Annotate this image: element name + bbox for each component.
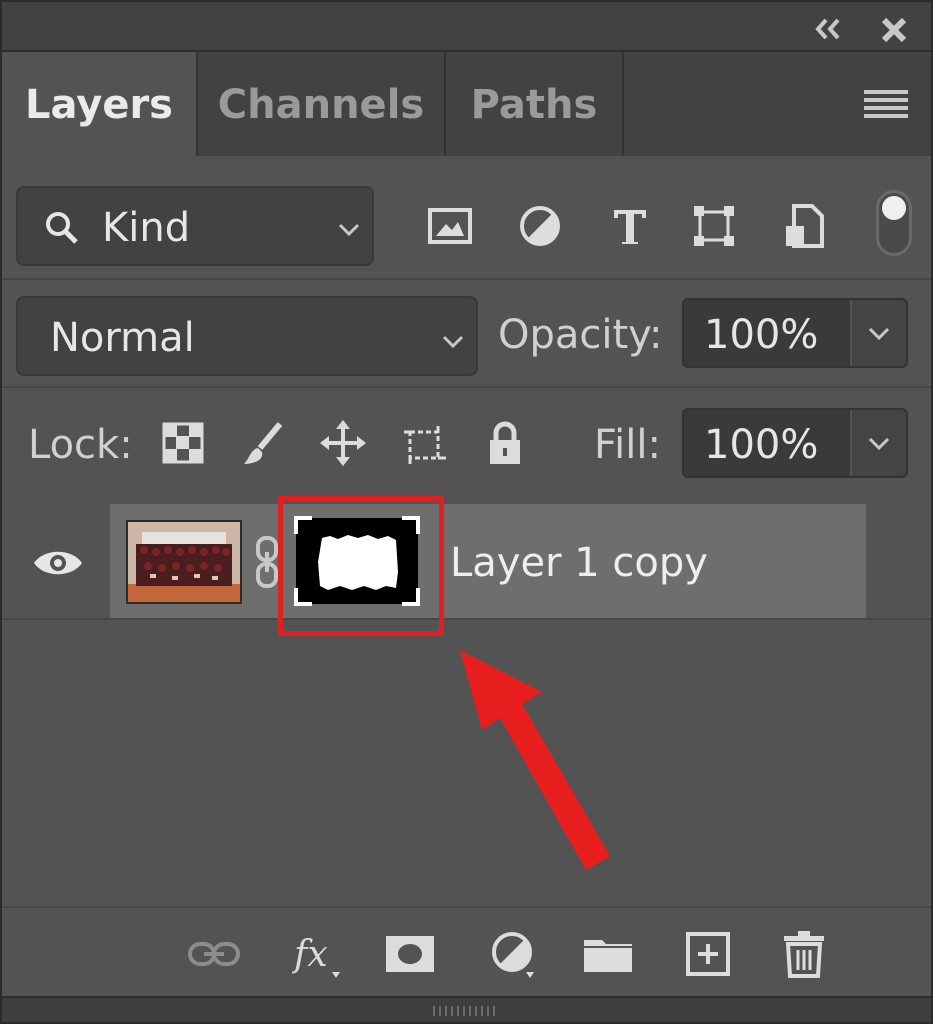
mask-highlight-box <box>278 496 444 636</box>
opacity-label: Opacity: <box>498 312 663 358</box>
shape-filter-icon[interactable] <box>690 202 738 250</box>
tab-paths[interactable]: Paths <box>446 52 624 156</box>
svg-text:fx: fx <box>292 934 328 975</box>
lock-transparent-pixels-icon[interactable] <box>158 418 208 468</box>
red-arrow-annotation-icon <box>460 650 610 870</box>
add-mask-icon[interactable] <box>384 928 436 980</box>
image-filter-icon[interactable] <box>426 202 474 250</box>
layer-name[interactable]: Layer 1 copy <box>450 540 708 586</box>
adjustment-layer-icon[interactable] <box>488 928 540 980</box>
new-layer-icon[interactable] <box>682 928 734 980</box>
lock-all-padlock-icon[interactable] <box>480 418 530 468</box>
panel-menu-icon[interactable] <box>864 90 908 120</box>
double-chevron-left-icon <box>815 18 840 40</box>
search-icon <box>46 212 78 244</box>
tab-channels[interactable]: Channels <box>198 52 446 156</box>
type-filter-icon[interactable] <box>606 202 654 250</box>
group-photo-thumbnail-image <box>128 522 240 602</box>
opacity-value: 100% <box>704 312 819 358</box>
panel-resize-strip <box>2 996 931 1022</box>
layers-panel: Layers Channels Paths Kind Normal Opacit… <box>0 0 933 1024</box>
layer-thumbnail[interactable] <box>126 520 242 604</box>
panel-title-bar <box>2 2 931 52</box>
kind-filter-label: Kind <box>102 205 191 251</box>
tab-layers[interactable]: Layers <box>2 52 198 156</box>
layer-row-selected[interactable]: Layer 1 copy <box>110 504 866 618</box>
resize-grip-icon[interactable] <box>430 1004 500 1018</box>
collapse-panel-button[interactable] <box>810 14 846 44</box>
close-panel-button[interactable] <box>876 12 912 48</box>
eye-visibility-icon[interactable] <box>32 546 84 580</box>
filter-toggle-switch[interactable] <box>876 190 912 256</box>
fx-icon[interactable]: fx <box>292 928 344 980</box>
new-group-folder-icon[interactable] <box>582 928 634 980</box>
panel-tab-bar: Layers Channels Paths <box>2 52 931 156</box>
chevron-down-icon <box>868 437 890 451</box>
chevron-down-icon <box>442 335 464 349</box>
opacity-field[interactable]: 100% <box>682 298 908 368</box>
smart-object-filter-icon[interactable] <box>780 202 828 250</box>
kind-filter-select[interactable]: Kind <box>16 186 374 266</box>
blend-mode-value: Normal <box>50 315 195 361</box>
chevron-down-icon <box>868 327 890 341</box>
layers-footer-toolbar: fx <box>2 906 931 996</box>
adjustment-filter-icon[interactable] <box>516 202 564 250</box>
chevron-down-icon <box>338 223 360 237</box>
link-layers-icon[interactable] <box>188 928 240 980</box>
fill-value: 100% <box>704 422 819 468</box>
fill-dropdown-button[interactable] <box>850 410 906 476</box>
toggle-knob <box>882 196 906 220</box>
fill-label: Fill: <box>594 422 661 468</box>
divider <box>2 278 931 280</box>
divider <box>2 386 931 388</box>
lock-image-pixels-brush-icon[interactable] <box>238 418 288 468</box>
fill-field[interactable]: 100% <box>682 408 908 478</box>
opacity-dropdown-button[interactable] <box>850 300 906 366</box>
lock-artboard-crop-icon[interactable] <box>400 418 450 468</box>
lock-label: Lock: <box>28 422 133 468</box>
delete-trash-icon[interactable] <box>778 928 830 980</box>
blend-mode-select[interactable]: Normal <box>16 296 478 376</box>
divider <box>2 618 931 620</box>
lock-position-move-icon[interactable] <box>318 418 368 468</box>
close-icon <box>881 17 907 43</box>
